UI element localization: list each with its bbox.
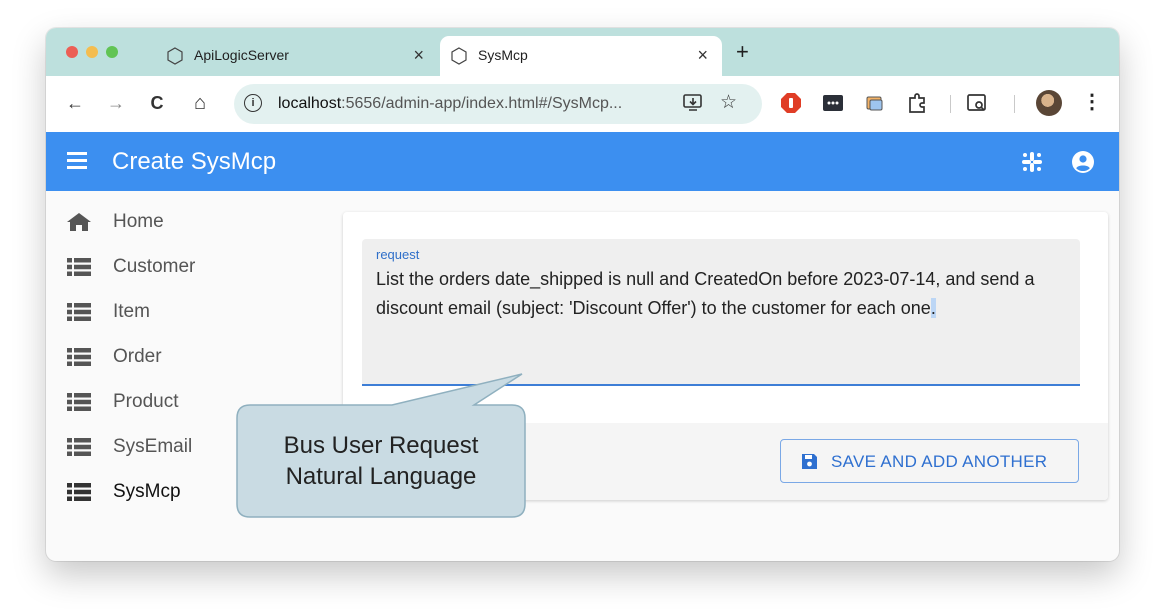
request-field[interactable]: request List the orders date_shipped is … [362,239,1080,386]
address-bar[interactable]: i localhost:5656/admin-app/index.html#/S… [234,84,762,124]
sidebar-item-label: Customer [113,256,196,277]
reading-mode-icon[interactable] [966,92,988,114]
password-manager-extension-icon[interactable] [822,92,844,114]
account-circle-icon[interactable] [1071,150,1095,174]
save-and-add-another-button[interactable]: SAVE AND ADD ANOTHER [780,439,1079,483]
close-tab-icon[interactable]: × [697,45,708,66]
list-icon [67,393,91,411]
url-path: :5656/admin-app/index.html#/SysMcp... [341,95,623,112]
sidebar-item-order[interactable]: Order [46,337,326,377]
sidebar: Home Customer Item Order Product SysEmai… [46,191,336,561]
hexagon-icon [167,47,183,65]
minimize-window-button[interactable] [86,46,98,58]
toolbar-divider [1014,95,1015,113]
url-text[interactable]: localhost:5656/admin-app/index.html#/Sys… [278,95,622,113]
forward-button[interactable]: → [103,90,129,116]
list-icon [67,303,91,321]
new-tab-button[interactable]: + [736,41,749,63]
callout-text: Bus User Request Natural Language [238,430,524,492]
site-info-icon[interactable]: i [244,94,262,112]
browser-toolbar: ← → C ⌂ i localhost:5656/admin-app/index… [46,76,1119,133]
tab-title: ApiLogicServer [194,47,289,63]
sidebar-item-label: SysEmail [113,436,193,457]
sidebar-item-label: Item [113,301,150,322]
browser-window: ApiLogicServer × SysMcp × + ← → C ⌂ i lo… [46,28,1119,561]
slack-icon[interactable] [1021,151,1043,173]
home-button[interactable]: ⌂ [187,90,213,116]
save-button-label: SAVE AND ADD ANOTHER [831,452,1048,471]
back-button[interactable]: ← [62,90,88,116]
list-icon [67,483,91,501]
request-field-value[interactable]: List the orders date_shipped is null and… [376,265,1056,323]
request-field-label: request [376,247,420,262]
list-icon [67,348,91,366]
tab-strip: ApiLogicServer × SysMcp × + [46,28,1119,76]
callout-line-1: Bus User Request [283,432,479,459]
save-icon [802,454,817,469]
sidebar-item-label: Order [113,346,162,367]
hexagon-icon [451,47,467,65]
menu-icon[interactable] [67,152,87,170]
install-app-icon[interactable] [682,92,704,114]
sidebar-item-item[interactable]: Item [46,292,326,332]
profile-avatar[interactable] [1036,90,1062,116]
tab-apilogicserver[interactable]: ApiLogicServer × [156,36,438,76]
tab-sysmcp[interactable]: SysMcp × [440,36,722,76]
sidebar-item-label: Home [113,211,164,232]
sidebar-item-label: Product [113,391,179,412]
toolbar-divider [950,95,951,113]
tab-title: SysMcp [478,47,528,63]
sidebar-item-label: SysMcp [113,481,181,502]
list-icon [67,258,91,276]
close-window-button[interactable] [66,46,78,58]
browser-menu-icon[interactable]: ⋮ [1082,90,1102,116]
extensions-puzzle-icon[interactable] [906,92,928,114]
bookmark-star-icon[interactable]: ☆ [720,91,737,114]
close-tab-icon[interactable]: × [413,45,424,66]
sidebar-item-product[interactable]: Product [46,382,326,422]
sidebar-item-customer[interactable]: Customer [46,247,326,287]
text-selection: . [930,298,936,318]
callout-line-2: Natural Language [285,463,477,490]
sidebar-item-home[interactable]: Home [46,202,326,242]
home-icon [67,213,91,231]
maximize-window-button[interactable] [106,46,118,58]
url-host: localhost [278,95,342,112]
app-bar: Create SysMcp [46,132,1119,191]
screenshot-extension-icon[interactable] [864,92,886,114]
ublock-extension-icon[interactable] [780,92,802,114]
reload-button[interactable]: C [144,90,170,116]
page-title: Create SysMcp [112,148,277,175]
list-icon [67,438,91,456]
